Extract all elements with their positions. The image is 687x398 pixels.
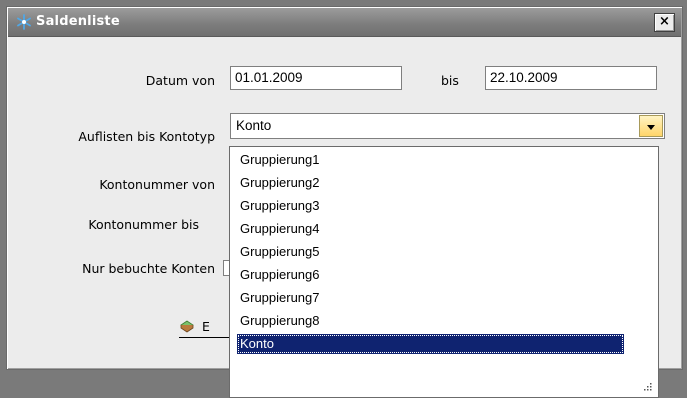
close-icon: × bbox=[659, 14, 670, 29]
kontotyp-select[interactable]: Konto bbox=[230, 113, 665, 139]
datum-von-field[interactable]: 01.01.2009 bbox=[230, 66, 402, 90]
bis-label: bis bbox=[441, 73, 459, 88]
list-item[interactable]: Gruppierung6 bbox=[237, 265, 320, 285]
list-item[interactable]: Gruppierung1 bbox=[237, 150, 320, 170]
auflisten-label: Auflisten bis Kontotyp bbox=[78, 129, 215, 144]
list-item[interactable]: Gruppierung2 bbox=[237, 173, 320, 193]
chevron-down-icon bbox=[647, 125, 655, 130]
export-button-label: E bbox=[201, 319, 210, 334]
export-button[interactable]: E bbox=[179, 319, 237, 338]
printer-icon bbox=[180, 320, 194, 333]
datum-bis-field[interactable]: 22.10.2009 bbox=[485, 66, 657, 90]
title-bar[interactable]: Saldenliste × bbox=[8, 8, 681, 37]
datum-von-label: Datum von bbox=[145, 73, 215, 88]
asterisk-star-icon bbox=[17, 14, 31, 30]
list-item[interactable]: Gruppierung7 bbox=[237, 288, 320, 308]
list-item[interactable]: Gruppierung5 bbox=[237, 242, 320, 262]
list-item-selected[interactable]: Konto bbox=[237, 334, 624, 354]
kontonummer-bis-label: Kontonummer bis bbox=[88, 217, 199, 232]
nur-bebuchte-label: Nur bebuchte Konten bbox=[82, 261, 215, 276]
list-item[interactable]: Gruppierung4 bbox=[237, 219, 320, 239]
dropdown-button[interactable] bbox=[639, 115, 663, 137]
kontotyp-dropdown-list[interactable]: Gruppierung1 Gruppierung2 Gruppierung3 G… bbox=[229, 146, 659, 398]
resize-grip-icon[interactable] bbox=[642, 381, 652, 391]
list-item[interactable]: Gruppierung8 bbox=[237, 311, 320, 331]
kontonummer-von-label: Kontonummer von bbox=[99, 177, 215, 192]
window-title: Saldenliste bbox=[36, 14, 120, 29]
kontotyp-select-value: Konto bbox=[236, 118, 272, 133]
list-item[interactable]: Gruppierung3 bbox=[237, 196, 320, 216]
close-button[interactable]: × bbox=[654, 13, 675, 32]
